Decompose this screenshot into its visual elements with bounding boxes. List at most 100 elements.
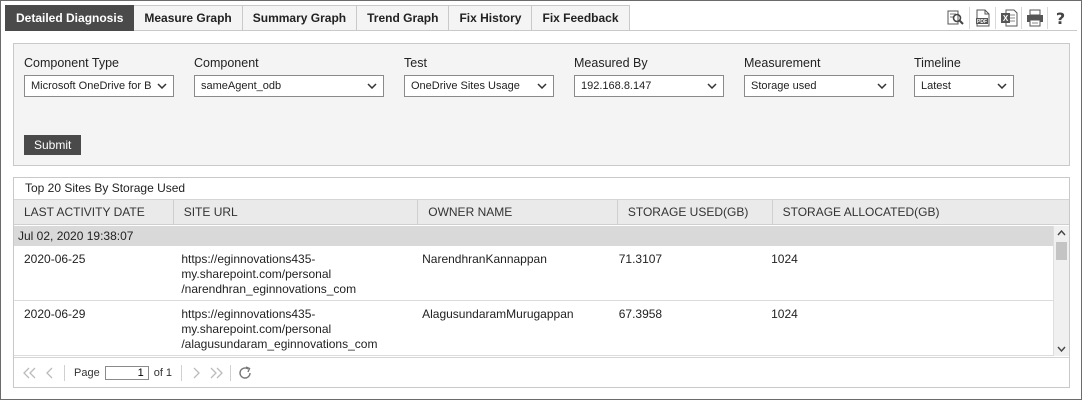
cell-storage-used: 71.3107 (618, 252, 663, 266)
vertical-scrollbar[interactable] (1053, 226, 1069, 356)
scrollbar-thumb[interactable] (1056, 242, 1067, 260)
grid-title: Top 20 Sites By Storage Used (14, 178, 1069, 200)
component-value: sameAgent_odb (201, 80, 282, 92)
print-button[interactable] (1021, 7, 1047, 29)
pdf-icon: PDF (975, 9, 989, 27)
cell-site-url: https://eginnovations435- my.sharepoint.… (171, 246, 412, 300)
excel-icon: X (1000, 9, 1017, 27)
printer-icon (1026, 9, 1043, 27)
site-url-line: /narendhran_eginnovations_com (181, 282, 357, 296)
results-grid: Top 20 Sites By Storage Used LAST ACTIVI… (13, 177, 1070, 388)
toolbar: PDF X ? (943, 7, 1073, 29)
magnifier-icon (947, 10, 964, 25)
help-button[interactable]: ? (1047, 7, 1073, 29)
cell-storage-used: 67.3958 (618, 307, 663, 321)
cell-last-activity-date: 2020-06-29 (24, 307, 86, 321)
submit-button[interactable]: Submit (24, 135, 82, 155)
pdf-export-button[interactable]: PDF (969, 7, 995, 29)
page-count-label: of 1 (153, 366, 173, 379)
tab-summary-graph[interactable]: Summary Graph (242, 5, 358, 31)
pager-separator (181, 364, 183, 381)
double-chevron-left-icon (23, 367, 36, 378)
chevron-down-icon (156, 76, 168, 96)
component-select[interactable]: sameAgent_odb (194, 75, 384, 97)
component-group: Component sameAgent_odb (194, 56, 384, 97)
cell-owner-name: NarendhranKannappan (422, 252, 547, 266)
filter-panel: Component Type Microsoft OneDrive for B … (13, 43, 1070, 166)
component-type-select[interactable]: Microsoft OneDrive for B (24, 75, 174, 97)
chevron-down-icon (996, 76, 1008, 96)
tab-measure-graph[interactable]: Measure Graph (134, 5, 243, 31)
pagination-bar: Page of 1 (14, 357, 1069, 387)
measured-by-group: Measured By 192.168.8.147 (574, 56, 724, 97)
chevron-left-icon (46, 367, 53, 378)
excel-icon-text: X (1002, 14, 1008, 23)
test-value: OneDrive Sites Usage (411, 80, 520, 92)
tab-fix-feedback[interactable]: Fix Feedback (532, 5, 630, 31)
app-frame: Detailed Diagnosis Measure Graph Summary… (0, 0, 1082, 400)
component-type-value: Microsoft OneDrive for B (31, 80, 152, 92)
chevron-down-icon (536, 76, 548, 96)
site-url-line: my.sharepoint.com/personal (181, 267, 332, 281)
test-label: Test (404, 56, 427, 70)
measurement-label: Measurement (744, 56, 821, 70)
help-icon: ? (1055, 8, 1066, 28)
page-number-input[interactable] (104, 365, 149, 380)
component-type-group: Component Type Microsoft OneDrive for B (24, 56, 174, 97)
table-body[interactable]: Jul 02, 2020 19:38:07 2020-06-25 https:/… (14, 226, 1069, 356)
cell-storage-allocated: 1024 (771, 252, 798, 266)
column-header-owner-name[interactable]: OWNER NAME (418, 200, 618, 224)
chevron-down-icon (876, 76, 888, 96)
cell-site-url: https://eginnovations435- my.sharepoint.… (171, 301, 412, 355)
tab-trend-graph[interactable]: Trend Graph (357, 5, 450, 31)
cell-storage-allocated: 1024 (771, 307, 798, 321)
timeline-value: Latest (921, 80, 951, 92)
refresh-icon (239, 365, 251, 379)
timeline-select[interactable]: Latest (914, 75, 1014, 97)
column-header-site-url[interactable]: SITE URL (174, 200, 419, 224)
column-header-last-activity-date[interactable]: LAST ACTIVITY DATE (14, 200, 174, 224)
cell-last-activity-date: 2020-06-25 (24, 252, 86, 266)
tab-detailed-diagnosis[interactable]: Detailed Diagnosis (5, 5, 135, 31)
previous-page-button[interactable] (40, 363, 60, 383)
pager-separator (230, 364, 232, 381)
timeline-label: Timeline (914, 56, 961, 70)
table-row[interactable]: 2020-06-25 https://eginnovations435- my.… (14, 246, 1053, 301)
timeline-group: Timeline Latest (914, 56, 1014, 97)
site-url-line: my.sharepoint.com/personal (181, 322, 332, 336)
measurement-select[interactable]: Storage used (744, 75, 894, 97)
test-select[interactable]: OneDrive Sites Usage (404, 75, 554, 97)
search-report-button[interactable] (943, 7, 969, 29)
pdf-icon-text: PDF (977, 19, 987, 25)
group-row-timestamp: Jul 02, 2020 19:38:07 (14, 226, 1053, 246)
next-page-button[interactable] (186, 363, 206, 383)
site-url-line: https://eginnovations435- (181, 252, 316, 266)
test-group: Test OneDrive Sites Usage (404, 56, 554, 97)
chevron-down-icon (706, 76, 718, 96)
measurement-value: Storage used (751, 80, 817, 92)
page-label: Page (74, 366, 100, 379)
tab-bar: Detailed Diagnosis Measure Graph Summary… (5, 5, 630, 31)
chevron-down-icon (366, 76, 378, 96)
first-page-button[interactable] (20, 363, 40, 383)
measured-by-value: 192.168.8.147 (581, 80, 652, 92)
refresh-button[interactable] (235, 363, 255, 383)
excel-export-button[interactable]: X (995, 7, 1021, 29)
measured-by-label: Measured By (574, 56, 648, 70)
column-header-storage-allocated[interactable]: STORAGE ALLOCATED(GB) (773, 200, 1069, 224)
scroll-down-icon[interactable] (1054, 342, 1069, 356)
site-url-line: https://eginnovations435- (181, 307, 316, 321)
measurement-group: Measurement Storage used (744, 56, 894, 97)
measured-by-select[interactable]: 192.168.8.147 (574, 75, 724, 97)
double-chevron-right-icon (210, 367, 223, 378)
pager-separator (64, 364, 65, 381)
cell-owner-name: AlagusundaramMurugappan (422, 307, 574, 321)
table-header: LAST ACTIVITY DATE SITE URL OWNER NAME S… (14, 200, 1069, 225)
table-row[interactable]: 2020-06-29 https://eginnovations435- my.… (14, 301, 1053, 356)
tab-fix-history[interactable]: Fix History (449, 5, 533, 31)
last-page-button[interactable] (206, 363, 226, 383)
column-header-storage-used[interactable]: STORAGE USED(GB) (618, 200, 773, 224)
scroll-up-icon[interactable] (1054, 226, 1069, 240)
chevron-right-icon (193, 367, 200, 378)
component-type-label: Component Type (24, 56, 119, 70)
